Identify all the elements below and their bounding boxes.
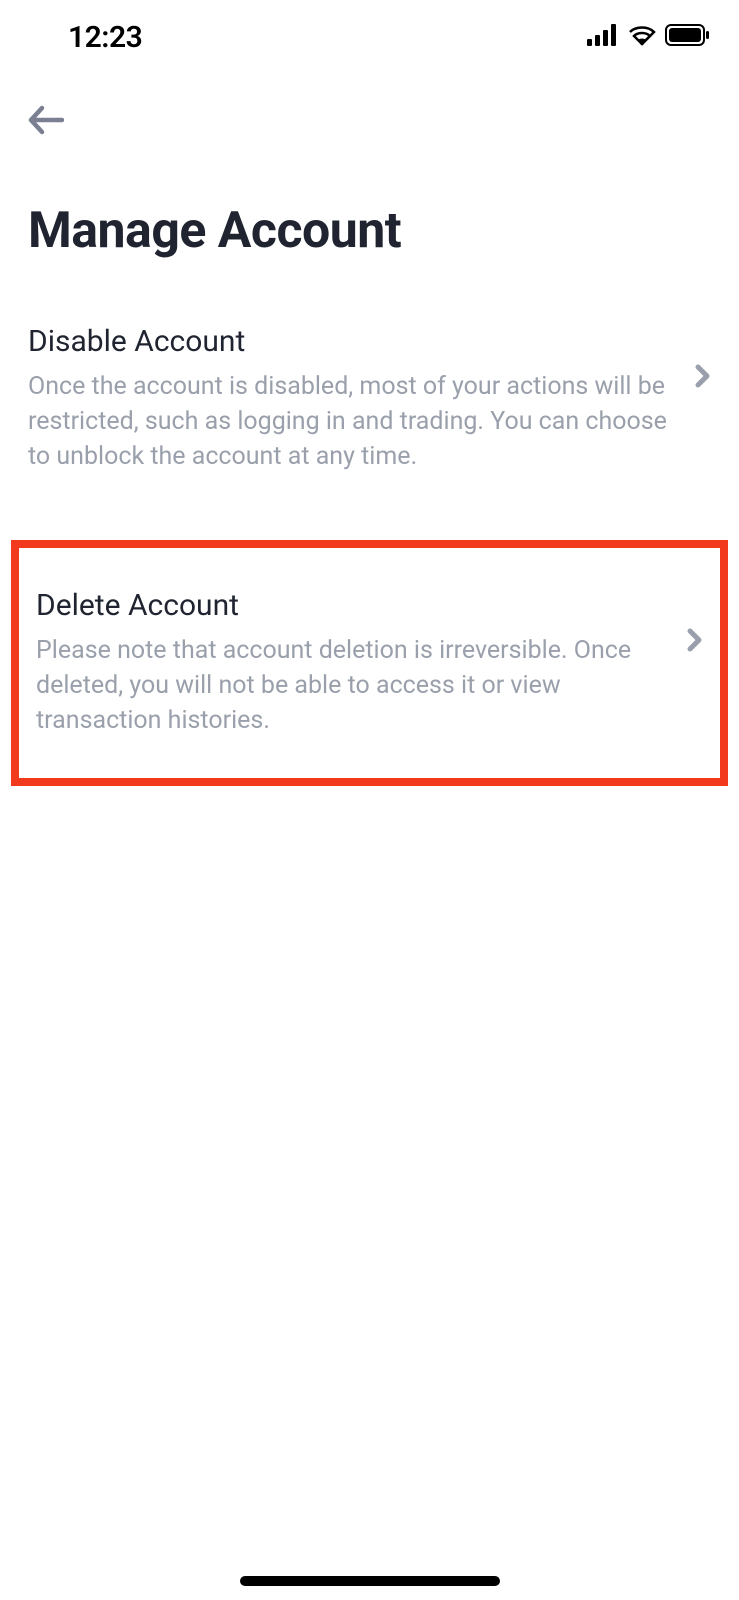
option-title: Disable Account bbox=[28, 324, 677, 359]
option-desc: Please note that account deletion is irr… bbox=[36, 633, 669, 738]
option-text: Disable Account Once the account is disa… bbox=[28, 324, 677, 474]
status-time: 12:23 bbox=[28, 20, 142, 55]
back-button[interactable] bbox=[28, 102, 68, 142]
highlight-box: Delete Account Please note that account … bbox=[11, 540, 728, 786]
chevron-right-icon bbox=[687, 628, 703, 656]
option-disable-account[interactable]: Disable Account Once the account is disa… bbox=[0, 300, 739, 504]
status-bar: 12:23 bbox=[0, 0, 739, 60]
nav-bar bbox=[0, 60, 739, 142]
option-desc: Once the account is disabled, most of yo… bbox=[28, 369, 677, 474]
option-delete-account[interactable]: Delete Account Please note that account … bbox=[19, 548, 720, 778]
option-title: Delete Account bbox=[36, 588, 669, 623]
arrow-left-icon bbox=[28, 105, 64, 139]
status-indicators bbox=[587, 24, 711, 50]
battery-icon bbox=[665, 24, 711, 50]
home-indicator[interactable] bbox=[240, 1576, 500, 1586]
option-text: Delete Account Please note that account … bbox=[36, 588, 669, 738]
wifi-icon bbox=[627, 24, 657, 50]
chevron-right-icon bbox=[695, 364, 711, 392]
page-title: Manage Account bbox=[0, 142, 739, 300]
cellular-icon bbox=[587, 24, 619, 50]
